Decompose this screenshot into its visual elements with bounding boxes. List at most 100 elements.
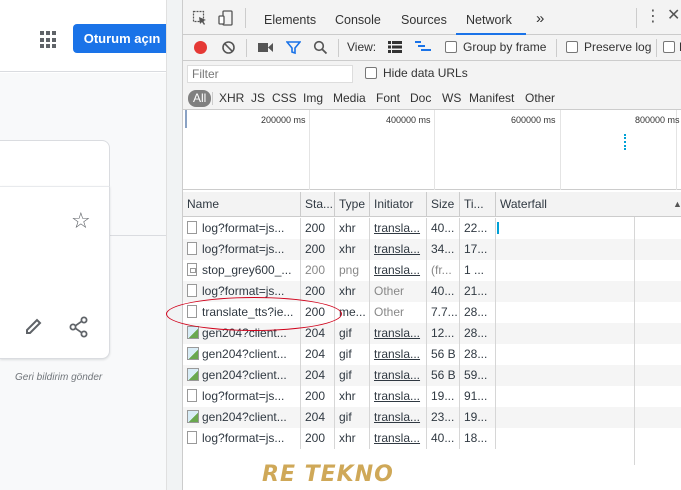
table-row[interactable]: gen204?client... 204 gif transla... 23... 19.…: [183, 407, 681, 428]
clear-icon[interactable]: [221, 40, 236, 55]
column-header-size[interactable]: Size: [427, 192, 460, 217]
large-rows-icon[interactable]: [388, 41, 402, 53]
disable-cache-checkbox[interactable]: [663, 41, 675, 53]
table-row[interactable]: log?format=js... 200 xhr transla... 34... 17.…: [183, 239, 681, 260]
type-filter-img[interactable]: Img: [300, 90, 326, 107]
tab-elements[interactable]: Elements: [254, 0, 326, 35]
type-filter-js[interactable]: JS: [248, 90, 268, 107]
group-by-frame-label: Group by frame: [463, 40, 547, 54]
inspect-element-icon[interactable]: [192, 10, 208, 26]
hide-data-urls-label: Hide data URLs: [383, 66, 468, 80]
cell-type: png: [335, 260, 370, 281]
cell-status: 200: [301, 260, 335, 281]
cell-size: 40...: [427, 218, 460, 239]
initiator-link[interactable]: transla...: [374, 347, 420, 361]
more-tabs-button[interactable]: »: [526, 0, 554, 35]
type-filter-media[interactable]: Media: [330, 90, 369, 107]
close-devtools-icon[interactable]: ✕: [667, 8, 680, 24]
table-row[interactable]: gen204?client... 204 gif transla... 56 B 28..…: [183, 344, 681, 365]
toolbar-separator: [636, 8, 637, 28]
document-file-icon: [187, 263, 197, 276]
cell-size: 40...: [427, 281, 460, 302]
record-icon[interactable]: [194, 41, 207, 54]
type-filter-xhr[interactable]: XHR: [216, 90, 247, 107]
waterfall-bar: [497, 222, 499, 234]
column-header-type[interactable]: Type: [335, 192, 370, 217]
resource-type-filters: All XHR JS CSS Img Media Font Doc WS Man…: [183, 86, 681, 110]
tab-console[interactable]: Console: [325, 0, 391, 35]
cell-waterfall: [496, 260, 681, 281]
page-scrollbar[interactable]: [166, 0, 182, 490]
device-toolbar-icon[interactable]: [218, 10, 234, 26]
document-file-icon: [187, 221, 197, 234]
cell-type: xhr: [335, 218, 370, 239]
column-header-waterfall[interactable]: Waterfall: [496, 192, 681, 217]
type-filter-font[interactable]: Font: [373, 90, 403, 107]
table-row[interactable]: log?format=js... 200 xhr transla... 19... 91.…: [183, 386, 681, 407]
image-file-icon: [187, 326, 199, 339]
cell-type: xhr: [335, 386, 370, 407]
initiator-link: Other: [374, 305, 405, 319]
cell-type: xhr: [335, 281, 370, 302]
initiator-link[interactable]: transla...: [374, 221, 420, 235]
type-filter-manifest[interactable]: Manifest: [466, 90, 517, 107]
cell-size: (fr...: [427, 260, 460, 281]
cell-size: 40...: [427, 428, 460, 449]
network-overview-timeline[interactable]: 200000 ms 400000 ms 600000 ms 800000 ms: [183, 110, 681, 190]
initiator-link[interactable]: transla...: [374, 410, 420, 424]
search-icon[interactable]: [313, 40, 328, 55]
tab-sources[interactable]: Sources: [391, 0, 457, 35]
hide-data-urls-checkbox[interactable]: [365, 67, 377, 79]
send-feedback-link[interactable]: Geri bildirim gönder: [15, 372, 102, 383]
preserve-log-label: Preserve log: [584, 40, 652, 54]
initiator-link[interactable]: transla...: [374, 242, 420, 256]
timeline-tick-label: 200000 ms: [261, 115, 306, 125]
cell-type: gif: [335, 365, 370, 386]
type-filter-ws[interactable]: WS: [439, 90, 464, 107]
column-header-initiator[interactable]: Initiator: [370, 192, 427, 217]
type-filter-other[interactable]: Other: [522, 90, 558, 107]
initiator-link[interactable]: transla...: [374, 326, 420, 340]
pencil-icon[interactable]: [24, 316, 44, 336]
cell-size: 19...: [427, 386, 460, 407]
group-by-frame-checkbox[interactable]: [445, 41, 457, 53]
initiator-link[interactable]: transla...: [374, 389, 420, 403]
screenshot-camera-icon[interactable]: [258, 42, 273, 53]
cell-type: xhr: [335, 428, 370, 449]
network-toolbar: View: Group by frame Preserve log D: [183, 35, 681, 61]
type-filter-doc[interactable]: Doc: [407, 90, 434, 107]
filter-input[interactable]: [187, 65, 353, 83]
type-filter-css[interactable]: CSS: [269, 90, 300, 107]
initiator-link[interactable]: transla...: [374, 368, 420, 382]
sign-in-button[interactable]: Oturum açın: [73, 24, 171, 53]
table-row[interactable]: log?format=js... 200 xhr transla... 40... 22.…: [183, 218, 681, 239]
tab-network[interactable]: Network: [456, 0, 526, 35]
cell-status: 204: [301, 407, 335, 428]
star-icon[interactable]: ☆: [71, 210, 91, 232]
initiator-link[interactable]: transla...: [374, 431, 420, 445]
column-header-time[interactable]: Ti...: [460, 192, 496, 217]
table-row[interactable]: log?format=js... 200 xhr transla... 40... 18.…: [183, 428, 681, 449]
type-filter-all[interactable]: All: [188, 90, 212, 107]
waterfall-overview-icon[interactable]: [415, 41, 431, 53]
translation-card-header: [0, 140, 110, 187]
filter-funnel-icon[interactable]: [286, 40, 301, 55]
devtools-panel: Elements Console Sources Network » ⋮ ✕ V…: [182, 0, 681, 490]
apps-grid-icon[interactable]: [40, 31, 58, 49]
kebab-menu-icon[interactable]: ⋮: [645, 9, 661, 25]
table-row[interactable]: gen204?client... 204 gif transla... 56 B 59..…: [183, 365, 681, 386]
cell-initiator: transla...: [370, 386, 427, 407]
timeline-gridline: [434, 110, 435, 190]
column-header-status[interactable]: Sta...: [301, 192, 335, 217]
cell-type: gif: [335, 323, 370, 344]
column-header-name[interactable]: Name: [183, 192, 301, 217]
cell-time: 19...: [460, 407, 496, 428]
cell-time: 21...: [460, 281, 496, 302]
toolbar-separator: [245, 8, 246, 28]
initiator-link[interactable]: transla...: [374, 263, 420, 277]
preserve-log-checkbox[interactable]: [566, 41, 578, 53]
table-row[interactable]: stop_grey600_... 200 png transla... (fr... 1 …: [183, 260, 681, 281]
share-icon[interactable]: [68, 316, 90, 338]
cell-time: 28...: [460, 323, 496, 344]
toolbar-separator: [656, 39, 657, 57]
